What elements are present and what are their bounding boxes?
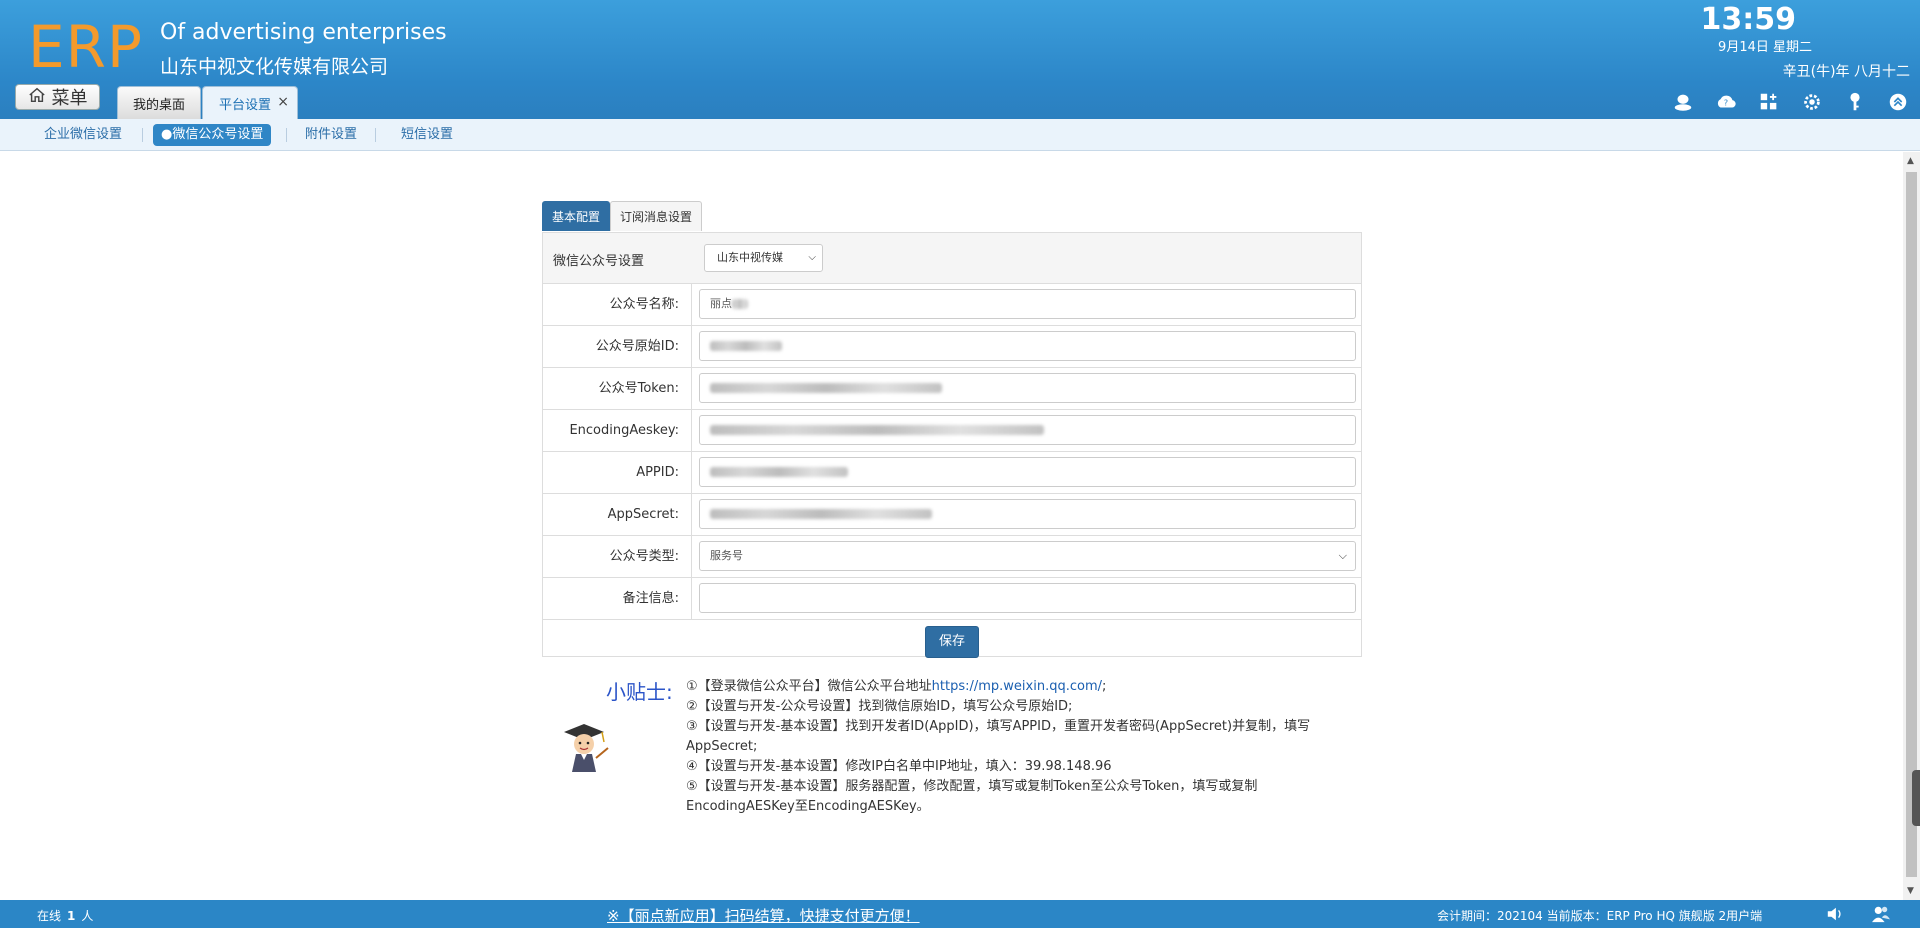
field-label: AppSecret:	[543, 494, 692, 535]
subnav-divider	[286, 128, 287, 142]
settings-subnav: 企业微信设置 ●微信公众号设置 附件设置 短信设置	[0, 119, 1920, 151]
save-button[interactable]: 保存	[925, 626, 979, 658]
tip-item: ③【设置与开发-基本设置】找到开发者ID(AppID)，填写APPID，重置开发…	[686, 719, 1311, 754]
svg-text:?: ?	[1724, 98, 1728, 108]
config-tabs: 基本配置 订阅消息设置	[542, 201, 703, 231]
home-icon	[28, 86, 46, 109]
redacted-text	[710, 341, 782, 351]
tips-list: ①【登录微信公众平台】微信公众平台地址https://mp.weixin.qq.…	[686, 677, 1361, 817]
cloud-help-icon[interactable]: ?	[1714, 90, 1738, 114]
settings-icon[interactable]	[1800, 90, 1824, 114]
tab-platform-settings[interactable]: 平台设置 ×	[202, 86, 298, 119]
clock-date: 9月14日 星期二	[1718, 40, 1812, 55]
appsecret-input[interactable]	[699, 499, 1356, 529]
account-name-input[interactable]: 丽点	[699, 289, 1356, 319]
tips-title: 小贴士:	[606, 680, 673, 704]
promo-marquee-link[interactable]: ※【丽点新应用】扫码结算，快捷支付更方便！	[607, 905, 920, 926]
clock-time: 13:59	[1700, 2, 1797, 37]
redacted-text	[732, 299, 748, 309]
redacted-text	[710, 509, 932, 519]
tip-item: ②【设置与开发-公众号设置】找到微信原始ID，填写公众号原始ID;	[686, 699, 1073, 714]
subnav-item-wechat-official[interactable]: ●微信公众号设置	[153, 124, 272, 146]
form-row-account-type: 公众号类型: 服务号 ⌵	[543, 536, 1361, 578]
wechat-platform-link[interactable]: https://mp.weixin.qq.com/	[932, 679, 1102, 694]
account-name-value: 丽点	[710, 297, 732, 310]
tab-close-icon[interactable]: ×	[277, 94, 289, 110]
account-type-select[interactable]: 服务号 ⌵	[699, 541, 1356, 571]
collapse-icon[interactable]	[1886, 90, 1910, 114]
account-type-value: 服务号	[710, 549, 743, 562]
form-row-remarks: 备注信息:	[543, 578, 1361, 620]
scroll-up-icon[interactable]: ▲	[1907, 156, 1914, 166]
form-row-account-name: 公众号名称: 丽点	[543, 284, 1361, 326]
tab-platform-settings-label: 平台设置	[219, 97, 272, 113]
tip-item: ④【设置与开发-基本设置】修改IP白名单中IP地址，填入：39.98.148.9…	[686, 759, 1112, 774]
appid-input[interactable]	[699, 457, 1356, 487]
lunar-date: 辛丑(牛)年 八月十二	[1782, 64, 1910, 80]
encoding-aeskey-input[interactable]	[699, 415, 1356, 445]
form-row-encoding-aeskey: EncodingAeskey:	[543, 410, 1361, 452]
account-select[interactable]: 山东中视传媒 ⌵	[704, 244, 823, 272]
subnav-divider	[142, 128, 143, 142]
field-label: 公众号名称:	[543, 284, 692, 325]
tab-subscribe-message[interactable]: 订阅消息设置	[610, 201, 703, 231]
tip-text: ①【登录微信公众平台】微信公众平台地址	[686, 679, 932, 694]
status-bar: 在线 1 人 ※【丽点新应用】扫码结算，快捷支付更方便！ 会计期间：202104 当…	[0, 900, 1920, 928]
grid-add-icon[interactable]	[1757, 90, 1781, 114]
form-row-original-id: 公众号原始ID:	[543, 326, 1361, 368]
redacted-text	[710, 383, 942, 393]
form-actions: 保存	[543, 620, 1361, 663]
accounting-period: 会计期间：202104 当前版本：ERP Pro HQ 旗舰版 2用户端	[1437, 909, 1763, 923]
tab-my-desktop[interactable]: 我的桌面	[117, 86, 201, 119]
field-label: 备注信息:	[543, 578, 692, 619]
form-row-appid: APPID:	[543, 452, 1361, 494]
scroll-down-icon[interactable]: ▼	[1907, 886, 1914, 896]
online-users: 在线 1 人	[37, 907, 93, 924]
redacted-text	[710, 467, 848, 477]
app-header: ERP Of advertising enterprises 山东中视文化传媒有…	[0, 0, 1920, 119]
form-row-appsecret: AppSecret:	[543, 494, 1361, 536]
tip-item: ①【登录微信公众平台】微信公众平台地址https://mp.weixin.qq.…	[686, 677, 1361, 697]
chevron-down-icon: ⌵	[808, 252, 816, 263]
subnav-divider	[375, 128, 376, 142]
erp-logo: ERP	[28, 13, 143, 81]
tab-basic-config[interactable]: 基本配置	[542, 201, 611, 231]
chevron-down-icon: ⌵	[1338, 549, 1347, 562]
original-id-input[interactable]	[699, 331, 1356, 361]
online-count: 1	[67, 909, 76, 923]
field-label: 公众号Token:	[543, 368, 692, 409]
speaker-icon[interactable]	[1824, 904, 1846, 924]
wechat-config-form: 微信公众号设置 山东中视传媒 ⌵ 公众号名称: 丽点 公众号原始ID: 公众号T…	[542, 232, 1362, 658]
side-panel-handle[interactable]	[1912, 770, 1920, 826]
field-label: APPID:	[543, 452, 692, 493]
field-label: 公众号原始ID:	[543, 326, 692, 367]
tip-item: ⑤【设置与开发-基本设置】服务器配置，修改配置，填写或复制Token至公众号To…	[686, 779, 1258, 814]
form-row-token: 公众号Token:	[543, 368, 1361, 410]
field-label: EncodingAeskey:	[543, 410, 692, 451]
online-prefix: 在线	[37, 909, 62, 923]
tip-suffix: ;	[1102, 679, 1107, 694]
main-menu-button[interactable]: 菜单	[15, 84, 100, 110]
tab-my-desktop-label: 我的桌面	[132, 97, 185, 113]
subnav-item-wecom[interactable]: 企业微信设置	[44, 124, 122, 146]
footer-toolbar	[1824, 904, 1892, 924]
company-name-cn: 山东中视文化传媒有限公司	[160, 56, 389, 78]
subnav-item-attachments[interactable]: 附件设置	[305, 124, 357, 146]
user-icon[interactable]	[1671, 90, 1695, 114]
online-suffix: 人	[81, 909, 94, 923]
main-menu-label: 菜单	[51, 88, 88, 109]
redacted-text	[710, 425, 1044, 435]
field-label: 公众号类型:	[543, 536, 692, 577]
header-toolbar: ?	[1671, 90, 1910, 114]
company-name-en: Of advertising enterprises	[160, 20, 447, 45]
form-header: 微信公众号设置 山东中视传媒 ⌵	[543, 233, 1361, 284]
form-header-label: 微信公众号设置	[553, 254, 645, 269]
account-select-value: 山东中视传媒	[717, 251, 783, 264]
key-icon[interactable]	[1843, 90, 1867, 114]
subnav-item-sms[interactable]: 短信设置	[401, 124, 453, 146]
graduate-mascot-icon	[558, 720, 610, 776]
token-input[interactable]	[699, 373, 1356, 403]
users-icon[interactable]	[1870, 904, 1892, 924]
remarks-input[interactable]	[699, 583, 1356, 613]
